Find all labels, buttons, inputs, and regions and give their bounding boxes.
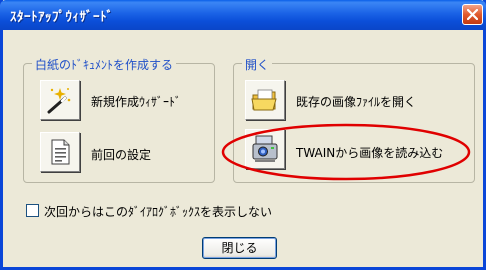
group-title-create: 白紙のﾄﾞｷｭﾒﾝﾄを作成する: [32, 56, 177, 73]
title-bar[interactable]: ｽﾀｰﾄｱｯﾌﾟｳｨｻﾞｰﾄﾞ: [0, 0, 486, 30]
window-title: ｽﾀｰﾄｱｯﾌﾟｳｨｻﾞｰﾄﾞ: [10, 10, 114, 25]
document-settings-icon: [51, 139, 70, 165]
close-x-icon: [467, 9, 478, 20]
close-window-button[interactable]: [462, 4, 483, 25]
previous-settings-button[interactable]: [40, 132, 80, 172]
new-wizard-label[interactable]: 新規作成ｳｨｻﾞｰﾄﾞ: [91, 93, 181, 110]
open-folder-icon: [251, 89, 277, 111]
open-image-file-label[interactable]: 既存の画像ﾌｧｲﾙを開く: [296, 93, 416, 110]
previous-settings-label[interactable]: 前回の設定: [91, 146, 151, 163]
new-wizard-button[interactable]: [40, 80, 80, 120]
dont-show-again-checkbox[interactable]: [26, 204, 39, 217]
open-image-file-button[interactable]: [245, 80, 285, 120]
group-title-open: 開く: [242, 56, 273, 73]
wizard-wand-icon: [47, 88, 71, 114]
close-button[interactable]: 閉じる: [202, 237, 277, 259]
highlight-ellipse: [221, 123, 471, 181]
dont-show-again-label[interactable]: 次回からはこのﾀﾞｲｱﾛｸﾞﾎﾞｯｸｽを表示しない: [44, 203, 272, 220]
